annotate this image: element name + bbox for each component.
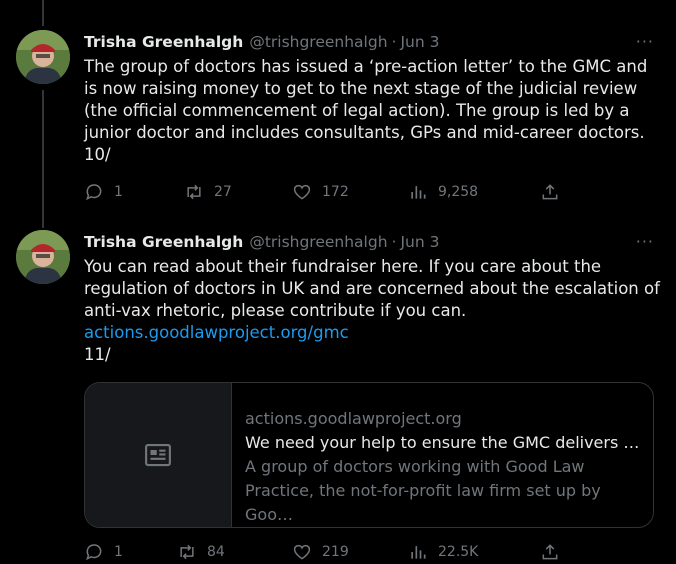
action-bar: 1 84 219 22.5K bbox=[84, 542, 564, 564]
card-thumbnail bbox=[85, 383, 232, 527]
views-button[interactable]: 9,258 bbox=[408, 182, 478, 202]
reply-count: 1 bbox=[114, 184, 123, 200]
separator: · bbox=[391, 233, 397, 251]
retweet-icon bbox=[187, 184, 201, 200]
tweet-link[interactable]: actions.goodlawproject.org/gmc bbox=[84, 323, 349, 342]
author-name[interactable]: Trisha Greenhalgh bbox=[84, 33, 243, 51]
tweet[interactable]: Trisha Greenhalgh @trishgreenhalgh · Jun… bbox=[0, 30, 676, 220]
reply-icon bbox=[86, 544, 102, 561]
author-name[interactable]: Trisha Greenhalgh bbox=[84, 233, 243, 251]
tweet-date[interactable]: Jun 3 bbox=[400, 233, 439, 251]
like-count: 172 bbox=[322, 184, 349, 200]
avatar[interactable] bbox=[16, 230, 70, 284]
separator: · bbox=[391, 33, 397, 51]
retweet-button[interactable]: 84 bbox=[177, 542, 225, 562]
like-icon bbox=[293, 184, 311, 200]
article-icon bbox=[145, 443, 171, 467]
author-handle[interactable]: @trishgreenhalgh bbox=[249, 33, 387, 51]
author-handle[interactable]: @trishgreenhalgh bbox=[249, 233, 387, 251]
card-description: A group of doctors working with Good Law… bbox=[245, 457, 601, 524]
share-icon bbox=[542, 544, 558, 560]
card-text: actions.goodlawproject.org We need your … bbox=[245, 407, 645, 527]
tweet-body: You can read about their fundraiser here… bbox=[84, 257, 660, 320]
share-button[interactable] bbox=[540, 542, 570, 562]
tweet-date[interactable]: Jun 3 bbox=[400, 33, 439, 51]
tweet-header: Trisha Greenhalgh @trishgreenhalgh · Jun… bbox=[84, 31, 439, 53]
tweet-header: Trisha Greenhalgh @trishgreenhalgh · Jun… bbox=[84, 231, 439, 253]
retweet-count: 27 bbox=[214, 184, 232, 200]
thread-index: 11/ bbox=[84, 345, 111, 364]
reply-button[interactable]: 1 bbox=[84, 182, 123, 202]
tweet-text: You can read about their fundraiser here… bbox=[84, 256, 664, 366]
link-card[interactable]: actions.goodlawproject.org We need your … bbox=[84, 382, 654, 528]
reply-button[interactable]: 1 bbox=[84, 542, 123, 562]
views-count: 22.5K bbox=[438, 544, 479, 560]
views-icon bbox=[411, 186, 426, 199]
tweet-text: The group of doctors has issued a ‘pre-a… bbox=[84, 56, 664, 166]
like-count: 219 bbox=[322, 544, 349, 560]
like-button[interactable]: 219 bbox=[292, 542, 349, 562]
action-bar: 1 27 172 9,258 bbox=[84, 182, 564, 204]
views-button[interactable]: 22.5K bbox=[408, 542, 478, 562]
share-icon bbox=[542, 184, 558, 200]
reply-count: 1 bbox=[114, 544, 123, 560]
thread-index: 10/ bbox=[84, 145, 111, 164]
retweet-count: 84 bbox=[207, 544, 225, 560]
like-button[interactable]: 172 bbox=[292, 182, 349, 202]
views-count: 9,258 bbox=[438, 184, 479, 200]
reply-icon bbox=[86, 184, 102, 201]
tweet[interactable]: Trisha Greenhalgh @trishgreenhalgh · Jun… bbox=[0, 230, 676, 564]
more-icon[interactable]: ··· bbox=[636, 232, 654, 251]
like-icon bbox=[293, 544, 311, 560]
share-button[interactable] bbox=[540, 182, 570, 202]
avatar[interactable] bbox=[16, 30, 70, 84]
tweet-body: The group of doctors has issued a ‘pre-a… bbox=[84, 57, 648, 142]
card-domain: actions.goodlawproject.org bbox=[245, 409, 462, 428]
card-title: We need your help to ensure the GMC deli… bbox=[245, 433, 645, 452]
retweet-button[interactable]: 27 bbox=[184, 182, 232, 202]
retweet-icon bbox=[180, 544, 194, 560]
views-icon bbox=[411, 546, 426, 559]
more-icon[interactable]: ··· bbox=[636, 32, 654, 51]
thread-line-top bbox=[42, 0, 44, 26]
